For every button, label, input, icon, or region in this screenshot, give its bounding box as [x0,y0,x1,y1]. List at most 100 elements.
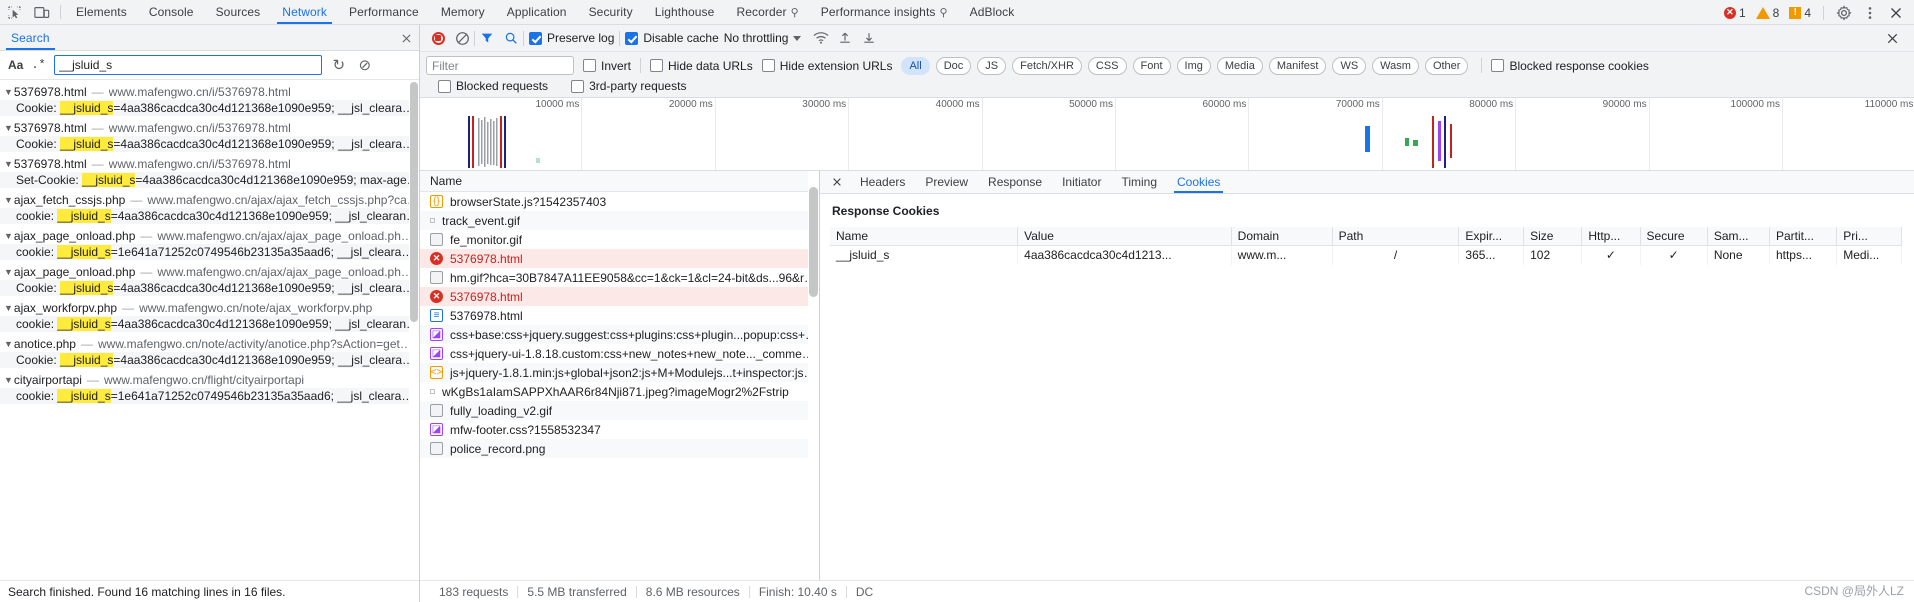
search-result-match[interactable]: Cookie: __jsluid_s=4aa386cacdca30c4d1213… [0,352,419,368]
cookies-column-header[interactable]: Value [1017,227,1232,246]
search-icon[interactable] [499,26,523,50]
chevron-down-icon[interactable]: ▼ [4,375,13,385]
request-list-scrollbar-thumb[interactable] [809,187,818,297]
cookies-column-header[interactable]: Expir... [1458,227,1525,246]
cookies-column-header[interactable]: Size [1523,227,1583,246]
blocked-requests-checkbox[interactable]: Blocked requests [438,79,548,93]
devtools-tab-adblock[interactable]: AdBlock [959,0,1026,24]
search-input[interactable] [53,55,322,75]
search-result-match[interactable]: cookie: __jsluid_s=1e641a71252c0749546b2… [0,244,419,260]
third-party-requests-checkbox[interactable]: 3rd-party requests [571,79,686,93]
disable-cache-checkbox[interactable]: Disable cache [620,31,723,45]
close-icon[interactable] [824,171,850,193]
search-close-icon[interactable] [400,25,413,51]
chevron-down-icon[interactable]: ▼ [4,303,13,313]
details-tab-headers[interactable]: Headers [850,171,915,193]
hide-data-urls-checkbox[interactable]: Hide data URLs [650,59,753,73]
preserve-log-checkbox[interactable]: Preserve log [524,31,619,45]
inspect-element-icon[interactable] [0,0,28,24]
cookies-column-header[interactable]: Partit... [1769,227,1838,246]
request-row[interactable]: ✕ 5376978.html [420,249,819,268]
type-filter-chip-wasm[interactable]: Wasm [1372,56,1419,75]
refresh-icon[interactable]: ↻ [330,56,348,74]
devtools-tab-application[interactable]: Application [496,0,578,24]
request-row[interactable]: ◪ css+jquery-ui-1.8.18.custom:css+new_not… [420,344,819,363]
devtools-tab-lighthouse[interactable]: Lighthouse [644,0,726,24]
details-tab-cookies[interactable]: Cookies [1167,171,1230,193]
regex-button[interactable]: .* [31,58,45,72]
details-tab-timing[interactable]: Timing [1111,171,1167,193]
cookies-column-header[interactable]: Name [830,227,1019,246]
search-result-file-header[interactable]: ▼ anotice.php — www.mafengwo.cn/note/activi… [0,336,419,352]
chevron-down-icon[interactable]: ▼ [4,231,13,241]
request-row[interactable]: {} browserState.js?1542357403 [420,192,819,211]
search-scrollbar-thumb[interactable] [410,82,418,322]
type-filter-chip-css[interactable]: CSS [1087,56,1127,75]
cookies-column-header[interactable]: Sam... [1707,227,1770,246]
record-stop-icon[interactable] [426,26,450,50]
request-column-header[interactable]: Name [420,171,819,192]
request-rows[interactable]: {} browserState.js?1542357403 track_event.… [420,192,819,580]
kebab-menu-icon[interactable] [1858,1,1882,25]
search-result-file-header[interactable]: ▼ 5376978.html — www.mafengwo.cn/i/5376978.… [0,84,419,100]
request-row[interactable]: wKgBs1aIamSAPPXhAAR6r84Nji871.jpeg?image… [420,382,819,401]
throttling-dropdown[interactable]: No throttling [724,31,802,45]
request-row[interactable]: ✕ 5376978.html [420,287,819,306]
details-tab-response[interactable]: Response [978,171,1052,193]
match-case-button[interactable]: Aa [8,58,23,72]
search-result-file-header[interactable]: ▼ ajax_workforpv.php — www.mafengwo.cn/note… [0,300,419,316]
request-row[interactable]: ≡ 5376978.html [420,306,819,325]
chevron-down-icon[interactable]: ▼ [4,267,13,277]
request-list-scrollbar[interactable] [808,171,819,580]
type-filter-chip-fetch-xhr[interactable]: Fetch/XHR [1012,56,1082,75]
network-overview-timeline[interactable]: 10000 ms 20000 ms 30000 ms 40000 ms 50000 ms… [420,98,1914,171]
type-filter-chip-font[interactable]: Font [1132,56,1171,75]
invert-checkbox[interactable]: Invert [583,59,631,73]
import-har-icon[interactable] [833,26,857,50]
request-row[interactable]: fe_monitor.gif [420,230,819,249]
request-row[interactable]: fully_loading_v2.gif [420,401,819,420]
request-row[interactable]: ◪ mfw-footer.css?1558532347 [420,420,819,439]
search-result-file-header[interactable]: ▼ ajax_fetch_cssjs.php — www.mafengwo.cn/aj… [0,192,419,208]
chevron-down-icon[interactable]: ▼ [4,159,13,169]
devtools-tab-sources[interactable]: Sources [205,0,272,24]
devtools-tab-security[interactable]: Security [578,0,644,24]
type-filter-chip-other[interactable]: Other [1424,56,1469,75]
request-row[interactable]: police_record.png [420,439,819,458]
tab-search[interactable]: Search [0,25,61,50]
devtools-tab-console[interactable]: Console [138,0,205,24]
search-result-match[interactable]: Cookie: __jsluid_s=4aa386cacdca30c4d1213… [0,100,419,116]
chevron-down-icon[interactable]: ▼ [4,123,13,133]
clear-icon[interactable] [450,26,474,50]
type-filter-chip-ws[interactable]: WS [1332,56,1367,75]
request-row[interactable]: track_event.gif [420,211,819,230]
search-result-file-header[interactable]: ▼ ajax_page_onload.php — www.mafengwo.cn/aj… [0,228,419,244]
gear-icon[interactable] [1832,1,1856,25]
devtools-tab-recorder[interactable]: Recorder ⚲ [725,0,809,24]
blocked-response-cookies-checkbox[interactable]: Blocked response cookies [1491,59,1649,73]
info-counter[interactable]: ! 4 [1785,6,1815,20]
devtools-tab-elements[interactable]: Elements [65,0,138,24]
details-tab-initiator[interactable]: Initiator [1052,171,1111,193]
type-filter-chip-all[interactable]: All [901,56,930,75]
cookies-table-row[interactable]: __jsluid_s 4aa386cacdca30c4d1213... www.m.… [830,245,1902,265]
type-filter-chip-media[interactable]: Media [1216,56,1263,75]
type-filter-chip-img[interactable]: Img [1176,56,1211,75]
cookies-column-header[interactable]: Path [1332,227,1460,246]
cookies-column-header[interactable]: Pri... [1836,227,1902,246]
clear-icon[interactable]: ⊘ [356,56,374,74]
search-result-match[interactable]: cookie: __jsluid_s=1e641a71252c0749546b2… [0,388,419,404]
details-scrollbar[interactable] [1903,194,1914,580]
search-result-file-header[interactable]: ▼ 5376978.html — www.mafengwo.cn/i/5376978.… [0,120,419,136]
search-scrollbar[interactable] [409,80,419,580]
devtools-tab-performance-insights[interactable]: Performance insights ⚲ [810,0,959,24]
close-icon[interactable] [1884,1,1908,25]
devtools-tab-performance[interactable]: Performance [338,0,430,24]
search-result-file-header[interactable]: ▼ ajax_page_onload.php — www.mafengwo.cn/aj… [0,264,419,280]
cookies-column-header[interactable]: Domain [1231,227,1333,246]
cookies-column-header[interactable]: Secure [1640,227,1708,246]
filter-input[interactable] [426,56,574,75]
hide-extension-urls-checkbox[interactable]: Hide extension URLs [761,59,892,73]
search-result-match[interactable]: Cookie: __jsluid_s=4aa386cacdca30c4d1213… [0,136,419,152]
warning-counter[interactable]: 8 [1752,6,1784,20]
